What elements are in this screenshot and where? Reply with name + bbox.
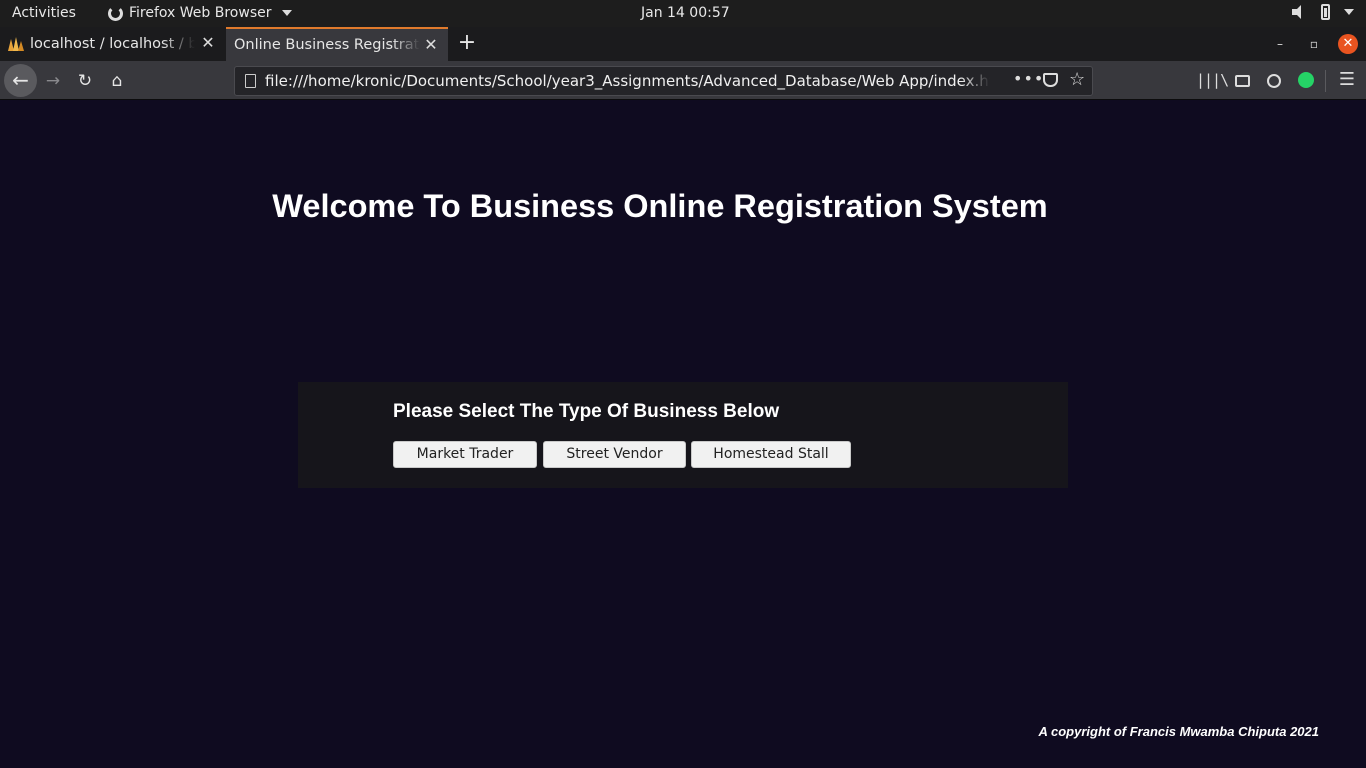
page-icon: [245, 74, 256, 88]
library-icon[interactable]: |||\: [1196, 66, 1229, 94]
tab-title: Online Business Registration: [234, 37, 420, 53]
arrow-left-icon: ←: [12, 68, 29, 92]
tab-title: localhost / localhost / bu: [30, 36, 195, 52]
account-icon[interactable]: [1260, 66, 1288, 94]
app-menu-label: Firefox Web Browser: [129, 5, 272, 21]
street-vendor-button[interactable]: Street Vendor: [543, 441, 686, 468]
activities-button[interactable]: Activities: [12, 5, 76, 21]
system-top-bar: Activities Firefox Web Browser Jan 14 00…: [0, 0, 1366, 27]
toolbar-separator: [1325, 70, 1326, 92]
page-content: Welcome To Business Online Registration …: [0, 100, 1366, 768]
phpmyadmin-icon: [8, 37, 24, 51]
more-actions-icon[interactable]: •••: [1013, 69, 1044, 88]
url-bar[interactable]: file:///home/kronic/Documents/School/yea…: [234, 66, 1093, 96]
system-tray[interactable]: [1291, 4, 1354, 20]
chevron-down-icon: [281, 10, 292, 16]
reload-icon: ↻: [77, 71, 93, 91]
arrow-right-icon: →: [45, 71, 61, 91]
homestead-stall-button[interactable]: Homestead Stall: [691, 441, 851, 468]
page-title: Welcome To Business Online Registration …: [272, 188, 1048, 224]
whatsapp-icon[interactable]: [1292, 66, 1320, 94]
pocket-icon[interactable]: [1043, 73, 1058, 87]
minimize-button[interactable]: –: [1270, 34, 1290, 54]
back-button[interactable]: ←: [4, 64, 37, 97]
tab-phpmyadmin[interactable]: localhost / localhost / bu ✕: [0, 27, 225, 61]
business-type-panel: Please Select The Type Of Business Below…: [298, 382, 1068, 488]
battery-icon: [1321, 4, 1330, 20]
tab-strip: localhost / localhost / bu ✕ Online Busi…: [0, 27, 1366, 61]
reload-button[interactable]: ↻: [70, 66, 100, 96]
home-button[interactable]: ⌂: [102, 66, 132, 96]
chevron-down-icon: [1344, 9, 1354, 15]
bookmark-star-icon[interactable]: ☆: [1069, 69, 1085, 90]
close-icon[interactable]: ✕: [424, 37, 438, 53]
hamburger-menu-icon[interactable]: ☰: [1333, 66, 1361, 94]
close-window-button[interactable]: ✕: [1338, 34, 1358, 54]
close-icon[interactable]: ✕: [201, 35, 215, 51]
app-menu[interactable]: Firefox Web Browser: [108, 5, 292, 21]
maximize-button[interactable]: ▫: [1304, 34, 1324, 54]
copyright-footer: A copyright of Francis Mwamba Chiputa 20…: [1038, 724, 1319, 739]
forward-button[interactable]: →: [38, 66, 68, 96]
sidebar-icon[interactable]: [1228, 66, 1256, 94]
navigation-toolbar: ← → ↻ ⌂ file:///home/kronic/Documents/Sc…: [0, 61, 1366, 100]
firefox-icon: [108, 5, 123, 21]
new-tab-button[interactable]: +: [456, 31, 478, 55]
home-icon: ⌂: [111, 71, 123, 91]
url-text[interactable]: file:///home/kronic/Documents/School/yea…: [265, 72, 990, 90]
panel-heading: Please Select The Type Of Business Below: [393, 401, 780, 422]
tab-online-business-registration[interactable]: Online Business Registration ✕: [226, 27, 448, 61]
clock[interactable]: Jan 14 00:57: [641, 5, 730, 21]
market-trader-button[interactable]: Market Trader: [393, 441, 537, 468]
volume-icon: [1291, 4, 1307, 20]
